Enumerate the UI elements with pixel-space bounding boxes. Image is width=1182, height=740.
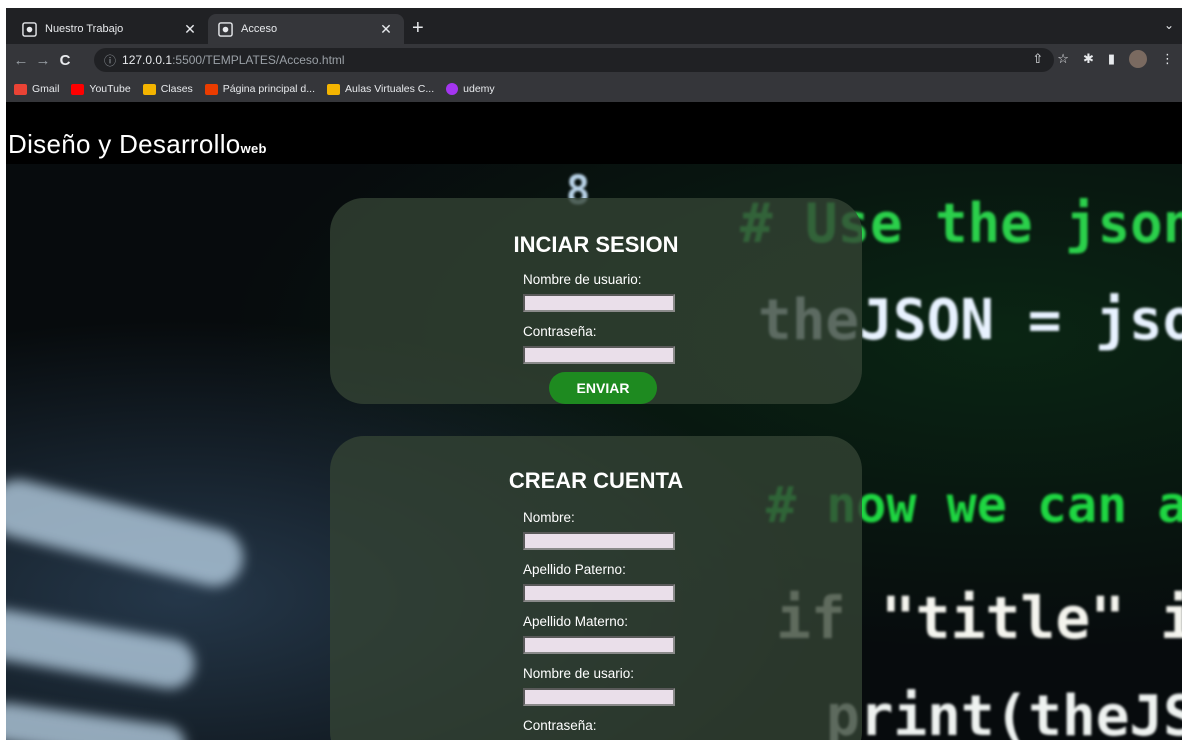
password-label: Contraseña:: [523, 324, 597, 339]
browser-window: Nuestro Trabajo ✕ Acceso ✕ + ⌄ ← → C ⓘ 1…: [6, 8, 1182, 740]
forward-arrow-icon[interactable]: →: [32, 52, 54, 69]
extensions-puzzle-icon[interactable]: ✱: [1083, 51, 1094, 67]
site-brand[interactable]: Diseño y Desarrolloweb: [8, 129, 267, 160]
bookmark-label: Aulas Virtuales C...: [345, 83, 435, 95]
submit-button[interactable]: ENVIAR: [549, 372, 657, 404]
bookmark-label: Gmail: [32, 83, 60, 95]
maternal-surname-label: Apellido Materno:: [523, 614, 629, 629]
brand-text: Diseño y Desarrollo: [8, 129, 241, 159]
first-name-input[interactable]: [523, 532, 675, 550]
login-title: INCIAR SESION: [513, 232, 679, 257]
username-label: Nombre de usuario:: [523, 272, 642, 287]
reload-icon[interactable]: C: [54, 52, 76, 69]
share-icon[interactable]: ⇧: [1032, 51, 1043, 67]
paternal-surname-input[interactable]: [523, 584, 675, 602]
new-tab-plus-icon[interactable]: +: [412, 18, 424, 38]
new-username-input[interactable]: [523, 688, 675, 706]
url-host: 127.0.0.1: [122, 53, 173, 67]
light-streak: [6, 473, 250, 593]
bookmark-aulas[interactable]: Aulas Virtuales C...: [327, 83, 434, 95]
side-panel-icon[interactable]: ▮: [1108, 51, 1115, 67]
light-streak: [6, 605, 199, 693]
bookmark-udemy[interactable]: udemy: [446, 83, 495, 95]
first-name-label: Nombre:: [523, 510, 575, 525]
bookmark-gmail[interactable]: Gmail: [14, 83, 59, 95]
info-icon[interactable]: ⓘ: [104, 52, 116, 69]
youtube-icon: [71, 83, 85, 95]
login-form: INCIAR SESION Nombre de usuario: Contras…: [330, 198, 862, 404]
light-streak: [6, 700, 188, 740]
page-favicon-icon: [218, 21, 233, 37]
maternal-surname-input[interactable]: [523, 636, 675, 654]
bookmark-clases[interactable]: Clases: [142, 83, 193, 95]
bookmarks-bar: Gmail YouTube Clases Página principal d.…: [6, 76, 1182, 102]
office-icon: [204, 83, 218, 95]
back-arrow-icon[interactable]: ←: [10, 52, 32, 69]
brand-suffix: web: [240, 141, 267, 156]
tab-title: Acceso: [241, 23, 278, 35]
web-page: Diseño y Desarrolloweb 8 # Use the json …: [6, 102, 1182, 740]
gmail-icon: [14, 83, 27, 95]
bookmark-label: Clases: [160, 83, 193, 95]
tab-strip: Nuestro Trabajo ✕ Acceso ✕ + ⌄: [6, 8, 1182, 44]
new-username-label: Nombre de usario:: [523, 666, 635, 681]
page-favicon-icon: [22, 21, 37, 37]
bookmark-label: udemy: [463, 83, 495, 95]
address-bar[interactable]: ⓘ 127.0.0.1:5500/TEMPLATES/Acceso.html: [94, 48, 1054, 72]
toolbar-actions: ⇧ ☆ ✱ ▮ ⋮: [1032, 50, 1174, 68]
bookmark-office[interactable]: Página principal d...: [204, 83, 316, 95]
close-icon[interactable]: ✕: [182, 21, 198, 38]
classroom-icon: [142, 83, 156, 95]
register-form: CREAR CUENTA Nombre: Apellido Paterno: A…: [330, 436, 862, 740]
close-icon[interactable]: ✕: [378, 21, 394, 38]
bookmark-label: Página principal d...: [222, 83, 316, 95]
chevron-down-icon[interactable]: ⌄: [1164, 18, 1174, 32]
code-background: 8 # Use the json theJSON = json. # now w…: [6, 164, 1182, 740]
url-path: :5500/TEMPLATES/Acceso.html: [172, 53, 345, 67]
password-input[interactable]: [523, 346, 675, 364]
kebab-menu-icon[interactable]: ⋮: [1161, 51, 1174, 67]
bookmark-youtube[interactable]: YouTube: [71, 83, 131, 95]
profile-avatar[interactable]: [1129, 50, 1147, 68]
aulas-icon: [327, 83, 341, 95]
tab-title: Nuestro Trabajo: [45, 23, 124, 35]
browser-toolbar: ← → C ⓘ 127.0.0.1:5500/TEMPLATES/Acceso.…: [6, 44, 1182, 76]
new-password-label: Contraseña:: [523, 718, 597, 733]
bookmark-star-icon[interactable]: ☆: [1057, 51, 1069, 67]
code-line-5: print(theJSO: [826, 684, 1182, 740]
site-header: Diseño y Desarrolloweb: [6, 102, 1182, 164]
paternal-surname-label: Apellido Paterno:: [523, 562, 626, 577]
tab-nuestro-trabajo[interactable]: Nuestro Trabajo ✕: [12, 14, 208, 44]
udemy-icon: [446, 83, 459, 95]
bookmark-label: YouTube: [89, 83, 131, 95]
register-title: CREAR CUENTA: [508, 468, 684, 493]
tab-acceso[interactable]: Acceso ✕: [208, 14, 404, 44]
username-input[interactable]: [523, 294, 675, 312]
